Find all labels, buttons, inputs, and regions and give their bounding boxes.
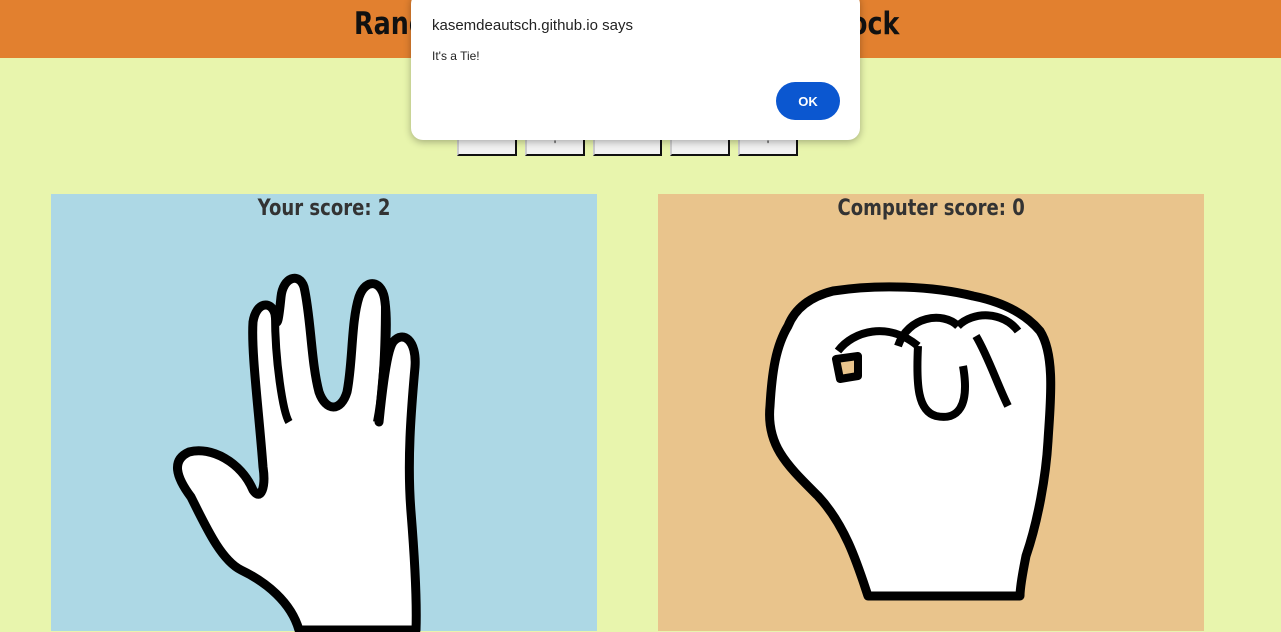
computer-panel: Computer score: 0 xyxy=(658,194,1204,631)
computer-score: Computer score: 0 xyxy=(658,196,1204,221)
player-score-label: Your score: 2 xyxy=(257,196,391,221)
dialog-title: kasemdeautsch.github.io says xyxy=(432,17,633,34)
rock-fist-icon xyxy=(765,282,1056,601)
ok-button[interactable]: OK xyxy=(776,82,840,120)
player-score: Your score: 2 xyxy=(51,196,597,221)
computer-score-label: Computer score: 0 xyxy=(837,196,1025,221)
player-panel: Your score: 2 xyxy=(51,194,597,632)
dialog-message: It's a Tie! xyxy=(432,49,480,63)
alert-dialog: kasemdeautsch.github.io says It's a Tie!… xyxy=(411,0,860,140)
spock-hand-icon xyxy=(173,273,421,632)
